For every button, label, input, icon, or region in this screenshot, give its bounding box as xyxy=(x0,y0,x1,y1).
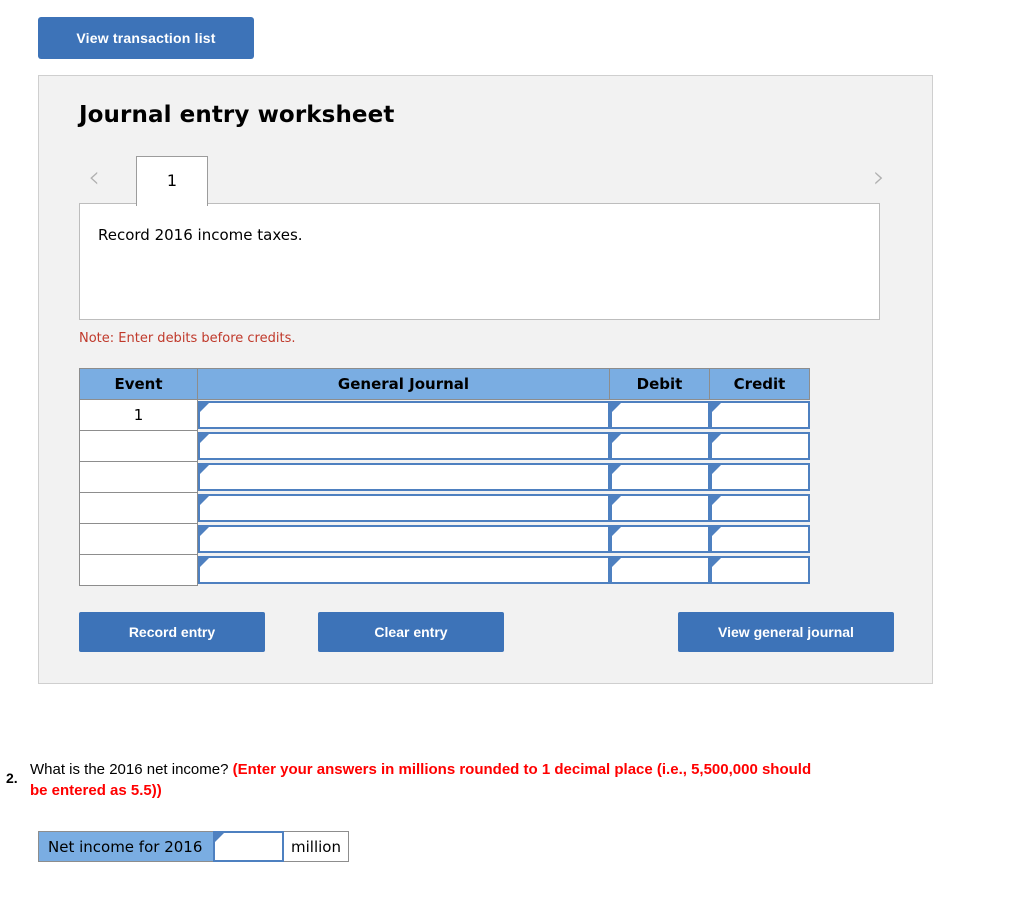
general-journal-cell xyxy=(197,430,610,462)
debit-input[interactable] xyxy=(609,401,710,430)
credit-cell xyxy=(709,430,810,462)
page-title: Journal entry worksheet xyxy=(79,102,395,128)
general-journal-cell xyxy=(197,461,610,493)
column-header-event: Event xyxy=(79,368,198,400)
question-prompt: What is the 2016 net income? xyxy=(30,761,233,778)
credit-input[interactable] xyxy=(709,494,810,522)
debit-cell xyxy=(609,461,710,493)
debit-input[interactable] xyxy=(609,525,710,553)
debit-cell xyxy=(609,399,710,431)
table-row: 1 xyxy=(79,399,810,431)
worksheet-tab-strip: ‹ 1 › xyxy=(79,154,894,206)
net-income-answer-row: Net income for 2016 million xyxy=(38,831,349,862)
debit-cell xyxy=(609,554,710,586)
credit-input[interactable] xyxy=(709,432,810,460)
table-row xyxy=(79,461,810,493)
chevron-left-icon[interactable]: ‹ xyxy=(79,162,109,196)
debit-cell xyxy=(609,430,710,462)
chevron-right-icon[interactable]: › xyxy=(864,162,894,196)
general-journal-cell xyxy=(197,523,610,555)
net-income-input[interactable] xyxy=(213,831,284,862)
table-row xyxy=(79,492,810,524)
general-journal-input[interactable] xyxy=(198,556,610,584)
tab-1[interactable]: 1 xyxy=(136,156,208,206)
table-row xyxy=(79,430,810,462)
debit-input[interactable] xyxy=(609,556,710,584)
net-income-label: Net income for 2016 xyxy=(38,831,214,862)
debit-input[interactable] xyxy=(609,432,710,460)
credit-cell xyxy=(709,554,810,586)
event-cell xyxy=(79,523,198,555)
table-row xyxy=(79,554,810,586)
credit-cell xyxy=(709,492,810,524)
event-cell xyxy=(79,492,198,524)
general-journal-cell xyxy=(197,554,610,586)
debit-input[interactable] xyxy=(609,463,710,491)
transaction-description-box: Record 2016 income taxes. xyxy=(79,203,880,320)
transaction-description-text: Record 2016 income taxes. xyxy=(98,226,303,244)
question-text: What is the 2016 net income? (Enter your… xyxy=(30,759,820,801)
credit-input[interactable] xyxy=(709,525,810,553)
credit-input[interactable] xyxy=(709,463,810,491)
journal-entry-worksheet-panel: Journal entry worksheet ‹ 1 › Record 201… xyxy=(38,75,933,684)
record-entry-button[interactable]: Record entry xyxy=(79,612,265,652)
table-header-row: Event General Journal Debit Credit xyxy=(79,368,810,400)
general-journal-input[interactable] xyxy=(198,463,610,491)
column-header-general-journal: General Journal xyxy=(197,368,610,400)
general-journal-input[interactable] xyxy=(198,525,610,553)
debits-before-credits-note: Note: Enter debits before credits. xyxy=(79,331,296,346)
event-cell: 1 xyxy=(79,399,198,431)
view-general-journal-button[interactable]: View general journal xyxy=(678,612,894,652)
credit-cell xyxy=(709,461,810,493)
debit-cell xyxy=(609,523,710,555)
general-journal-cell xyxy=(197,492,610,524)
column-header-debit: Debit xyxy=(609,368,710,400)
column-header-credit: Credit xyxy=(709,368,810,400)
table-row xyxy=(79,523,810,555)
event-cell xyxy=(79,461,198,493)
debit-input[interactable] xyxy=(609,494,710,522)
view-transaction-list-button[interactable]: View transaction list xyxy=(38,17,254,59)
general-journal-cell xyxy=(197,399,610,431)
event-cell xyxy=(79,430,198,462)
credit-cell xyxy=(709,399,810,431)
debit-cell xyxy=(609,492,710,524)
credit-cell xyxy=(709,523,810,555)
event-cell xyxy=(79,554,198,586)
general-journal-input[interactable] xyxy=(198,401,610,430)
net-income-unit-label: million xyxy=(283,831,349,862)
question-number: 2. xyxy=(6,770,18,786)
general-journal-input[interactable] xyxy=(198,494,610,522)
clear-entry-button[interactable]: Clear entry xyxy=(318,612,504,652)
journal-entry-table: Event General Journal Debit Credit 1 xyxy=(79,368,810,586)
general-journal-input[interactable] xyxy=(198,432,610,460)
credit-input[interactable] xyxy=(709,556,810,584)
credit-input[interactable] xyxy=(709,401,810,430)
